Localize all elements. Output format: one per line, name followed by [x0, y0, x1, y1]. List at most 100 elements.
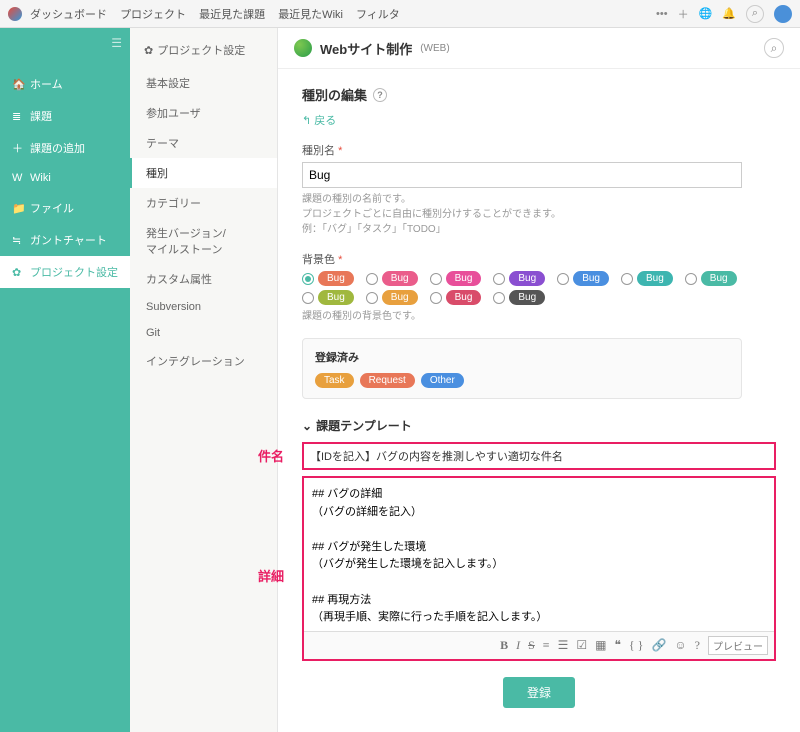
color-pill: Bug [509, 271, 545, 286]
color-pill: Bug [509, 290, 545, 305]
bell-icon[interactable]: 🔔 [722, 7, 736, 20]
color-pill: Bug [573, 271, 609, 286]
color-pill: Bug [446, 290, 482, 305]
topbar: ダッシュボード プロジェクト 最近見た課題 最近見たWiki フィルタ ••• … [0, 0, 800, 28]
color-option-0[interactable]: Bug [302, 271, 354, 286]
subnav-item-0[interactable]: 基本設定 [130, 68, 277, 98]
sidebar-label: 課題の追加 [30, 140, 85, 156]
registered-chip-2[interactable]: Other [421, 373, 464, 388]
sidebar-toggle-icon[interactable]: ☰ [111, 36, 122, 50]
list-ul-icon[interactable]: ≡ [543, 638, 550, 653]
subnav-item-9[interactable]: インテグレーション [130, 346, 277, 376]
link-icon[interactable]: 🔗 [651, 638, 666, 653]
sidebar-icon: 🏠 [12, 78, 24, 91]
radio-icon [493, 292, 505, 304]
main: Webサイト制作 (WEB) ⌕ 種別の編集 ? ↰ 戻る 種別名 * 課題の種… [278, 28, 800, 732]
registered-chip-1[interactable]: Request [360, 373, 415, 388]
nav-recent-issues[interactable]: 最近見た課題 [199, 9, 265, 21]
sidebar-label: Wiki [30, 172, 51, 184]
template-subject-input[interactable]: 【IDを記入】バグの内容を推測しやすい適切な件名 [302, 442, 776, 470]
subnav-item-7[interactable]: Subversion [130, 294, 277, 320]
nav-projects[interactable]: プロジェクト [120, 9, 186, 21]
list-ol-icon[interactable]: ☰ [558, 638, 569, 653]
sidebar-item-3[interactable]: W Wiki [0, 164, 130, 192]
color-pill: Bug [637, 271, 673, 286]
table-icon[interactable]: ▦ [595, 638, 606, 653]
settings-subnav: ✿プロジェクト設定 基本設定参加ユーザテーマ種別カテゴリー発生バージョン/ マイ… [130, 28, 278, 732]
template-detail-textarea[interactable] [304, 478, 774, 628]
project-icon [294, 39, 312, 57]
color-option-1[interactable]: Bug [366, 271, 418, 286]
app-logo-icon [8, 7, 22, 21]
sidebar-icon: ≣ [12, 110, 24, 123]
help-icon[interactable]: ? [373, 88, 387, 102]
radio-icon [493, 273, 505, 285]
color-option-4[interactable]: Bug [557, 271, 609, 286]
typename-hint: 課題の種別の名前です。 プロジェクトごとに自由に種別分けすることができます。 例… [302, 192, 776, 237]
registered-chip-0[interactable]: Task [315, 373, 354, 388]
sidebar-label: ガントチャート [30, 232, 107, 248]
avatar[interactable] [774, 5, 792, 23]
back-link[interactable]: ↰ 戻る [302, 112, 336, 128]
chevron-down-icon: ⌄ [302, 419, 312, 433]
subnav-item-2[interactable]: テーマ [130, 128, 277, 158]
sidebar-label: ホーム [30, 76, 63, 92]
sidebar-item-2[interactable]: ＋課題の追加 [0, 132, 130, 164]
registered-title: 登録済み [315, 349, 729, 365]
sidebar-icon: 📁 [12, 202, 24, 215]
radio-icon [366, 273, 378, 285]
search-icon[interactable]: ⌕ [746, 5, 764, 23]
sidebar-label: 課題 [30, 108, 52, 124]
subnav-item-6[interactable]: カスタム属性 [130, 264, 277, 294]
color-option-6[interactable]: Bug [685, 271, 737, 286]
globe-icon[interactable]: 🌐 [699, 7, 713, 20]
radio-icon [430, 292, 442, 304]
color-option-8[interactable]: Bug [366, 290, 418, 305]
quote-icon[interactable]: ❝ [614, 638, 620, 653]
plus-icon[interactable]: ＋ [678, 6, 689, 22]
nav-filter[interactable]: フィルタ [356, 9, 400, 21]
radio-icon [302, 273, 314, 285]
bold-icon[interactable]: B [500, 638, 508, 653]
more-icon[interactable]: ••• [656, 8, 668, 20]
sidebar-icon: W [12, 172, 24, 184]
color-option-3[interactable]: Bug [493, 271, 545, 286]
nav-recent-wiki[interactable]: 最近見たWiki [278, 9, 343, 21]
radio-icon [557, 273, 569, 285]
sidebar-label: プロジェクト設定 [30, 264, 118, 280]
strike-icon[interactable]: S [528, 638, 535, 653]
typename-input[interactable] [302, 162, 742, 188]
sidebar-icon: ✿ [12, 266, 24, 279]
color-pill: Bug [382, 290, 418, 305]
color-option-9[interactable]: Bug [430, 290, 482, 305]
sidebar-item-5[interactable]: ≒ガントチャート [0, 224, 130, 256]
emoji-icon[interactable]: ☺ [674, 638, 686, 653]
preview-button[interactable]: プレビュー [708, 636, 768, 655]
subnav-item-1[interactable]: 参加ユーザ [130, 98, 277, 128]
color-option-10[interactable]: Bug [493, 290, 545, 305]
checklist-icon[interactable]: ☑ [576, 638, 587, 653]
bgcolor-hint: 課題の種別の背景色です。 [302, 309, 776, 324]
italic-icon[interactable]: I [516, 638, 520, 653]
subnav-item-3[interactable]: 種別 [130, 158, 277, 188]
nav-dashboard[interactable]: ダッシュボード [30, 9, 107, 21]
subnav-item-4[interactable]: カテゴリー [130, 188, 277, 218]
color-option-2[interactable]: Bug [430, 271, 482, 286]
subnav-item-5[interactable]: 発生バージョン/ マイルストーン [130, 218, 277, 264]
color-option-5[interactable]: Bug [621, 271, 673, 286]
help2-icon[interactable]: ? [695, 638, 700, 653]
radio-icon [430, 273, 442, 285]
subnav-item-8[interactable]: Git [130, 320, 277, 346]
sidebar-item-6[interactable]: ✿ プロジェクト設定 [0, 256, 130, 288]
project-search-icon[interactable]: ⌕ [764, 38, 784, 58]
color-option-7[interactable]: Bug [302, 290, 354, 305]
sidebar-item-4[interactable]: 📁ファイル [0, 192, 130, 224]
template-collapser[interactable]: ⌄ 課題テンプレート [302, 417, 776, 434]
editor-toolbar: B I S ≡ ☰ ☑ ▦ ❝ { } 🔗 ☺ ? プレビュー [304, 631, 774, 659]
sidebar-item-1[interactable]: ≣ 課題 [0, 100, 130, 132]
gear-icon: ✿ [144, 44, 153, 57]
code-icon[interactable]: { } [629, 638, 644, 653]
sidebar: ☰ 🏠 ホーム ≣ 課題 ＋課題の追加 W Wiki 📁ファイル≒ガントチャート ✿ プロジェクト… [0, 28, 130, 732]
sidebar-item-0[interactable]: 🏠 ホーム [0, 68, 130, 100]
submit-button[interactable]: 登録 [503, 677, 575, 708]
